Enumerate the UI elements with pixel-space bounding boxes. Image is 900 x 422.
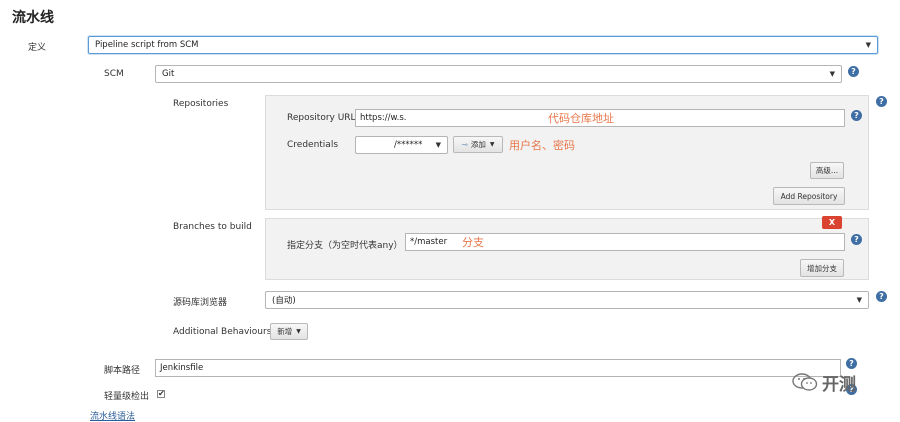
definition-label: 定义 [28,43,47,53]
watermark-text: 开测 [822,375,856,395]
script-path-input[interactable]: Jenkinsfile [155,359,841,377]
help-icon[interactable]: ? [851,234,862,245]
chevron-down-icon: ▼ [856,296,862,304]
credentials-note: 用户名、密码 [509,139,575,152]
repository-browser-select[interactable]: (自动) ▼ [265,291,869,309]
repository-url-note: 代码仓库地址 [548,112,614,125]
chevron-down-icon: ▼ [865,41,871,49]
repository-browser-label: 源码库浏览器 [173,298,228,308]
repositories-label: Repositories [173,99,229,109]
credentials-label: Credentials [287,140,339,150]
branch-specifier-value: */master [410,237,448,247]
advanced-button[interactable]: 高级... [810,162,844,179]
caret-down-icon: ▼ [296,328,301,335]
lightweight-checkout-label: 轻量级检出 [104,392,150,402]
definition-select[interactable]: Pipeline script from SCM ▼ [88,36,878,54]
help-icon[interactable]: ? [846,358,857,369]
add-branch-button[interactable]: 增加分支 [800,259,844,277]
credentials-select[interactable]: /****** ▼ [355,136,448,154]
remove-branch-button[interactable]: X [822,216,842,229]
additional-behaviours-label: Additional Behaviours [173,327,272,337]
repository-url-value: https://w.s. [360,113,407,123]
caret-down-icon: ▼ [489,141,495,148]
repository-url-label: Repository URL [287,113,356,123]
branch-specifier-label: 指定分支（为空时代表any） [287,241,403,251]
wechat-logo-icon [792,372,818,395]
branches-label: Branches to build [173,222,252,232]
section-title: 流水线 [12,10,54,26]
definition-value: Pipeline script from SCM [95,40,199,50]
help-icon[interactable]: ? [876,96,887,107]
help-icon[interactable]: ? [876,291,887,302]
scm-select[interactable]: Git ▼ [155,65,842,83]
add-behaviour-button[interactable]: 新增 ▼ [270,323,308,340]
chevron-down-icon: ▼ [829,70,835,78]
repository-browser-value: (自动) [272,296,296,306]
branch-note: 分支 [462,236,484,249]
scm-label: SCM [104,69,124,79]
add-credentials-button[interactable]: ⊸ 添加 ▼ [453,136,503,153]
help-icon[interactable]: ? [848,66,859,77]
script-path-label: 脚本路径 [104,366,141,376]
add-behaviour-label: 新增 [277,327,293,336]
add-credentials-label: 添加 [470,140,486,149]
chevron-down-icon: ▼ [435,141,441,149]
lightweight-checkout-checkbox[interactable]: ✔ [157,390,165,398]
pipeline-syntax-link[interactable]: 流水线语法 [90,409,135,422]
script-path-value: Jenkinsfile [160,363,204,373]
add-repository-button[interactable]: Add Repository [773,187,845,205]
credentials-value: /****** [394,140,423,150]
key-icon: ⊸ [461,140,468,149]
help-icon[interactable]: ? [851,110,862,121]
scm-value: Git [162,69,175,79]
